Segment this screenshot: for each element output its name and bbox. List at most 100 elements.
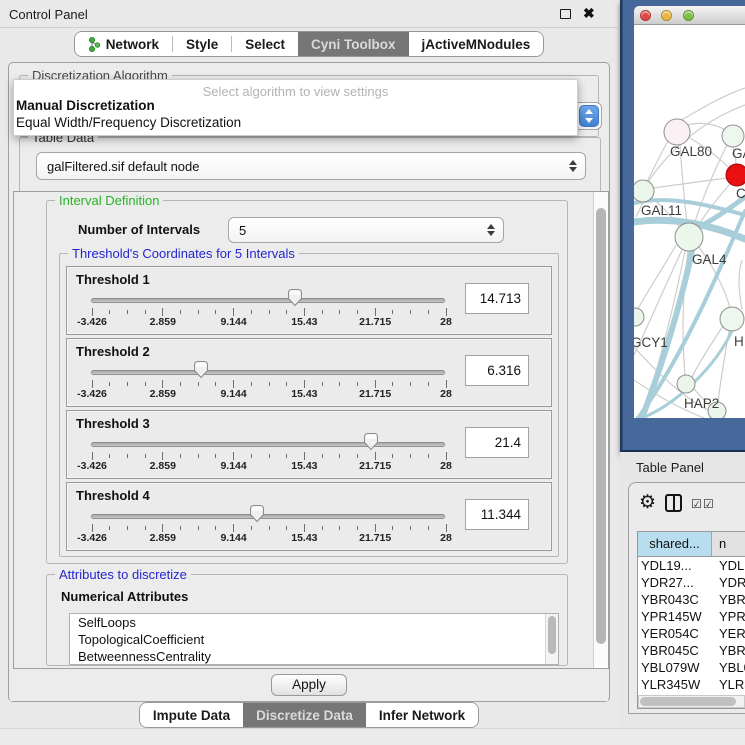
tab-select[interactable]: Select <box>232 32 298 56</box>
list-item[interactable]: TopologicalCoefficient <box>70 631 558 648</box>
slider-tick <box>357 310 358 314</box>
network-node[interactable] <box>726 164 745 186</box>
slider-tick-label: 28 <box>440 388 452 400</box>
table-data-combobox[interactable]: galFiltered.sif default node <box>36 152 586 180</box>
slider-tick <box>286 454 287 458</box>
gear-icon[interactable]: ⚙ <box>639 491 656 514</box>
slider-track[interactable] <box>91 514 445 519</box>
column-header-name[interactable]: n <box>712 532 745 556</box>
scrollbar-thumb[interactable] <box>640 697 736 706</box>
list-item[interactable]: SelfLoops <box>70 614 558 631</box>
slider-thumb[interactable] <box>363 432 379 450</box>
top-tab-bar: Network Style Select Cyni Toolbox jActiv… <box>0 31 618 57</box>
slider-tick-label: 21.715 <box>359 460 391 472</box>
tab-style[interactable]: Style <box>173 32 231 56</box>
cyni-content-panel: Discretization Algorithm Table Data galF… <box>8 62 610 702</box>
scrollbar-thumb[interactable] <box>548 616 556 654</box>
tab-cyni-toolbox[interactable]: Cyni Toolbox <box>298 32 409 56</box>
slider-tick <box>446 380 447 388</box>
network-canvas[interactable]: GAL80GACGAL11GAL4GCY1HHAP2 <box>634 25 745 418</box>
close-icon[interactable]: ✖ <box>583 5 595 22</box>
slider-tick <box>392 310 393 314</box>
threshold-label: Threshold 1 <box>76 272 150 287</box>
network-node[interactable] <box>677 375 695 393</box>
network-edge[interactable] <box>647 141 668 182</box>
table-row[interactable]: YPR145WYPR1 <box>638 608 745 625</box>
panel-scrollbar[interactable] <box>593 192 608 668</box>
minimize-traffic-light-icon[interactable] <box>661 10 672 21</box>
slider-tick <box>375 380 376 388</box>
node-table[interactable]: shared... n YDL19...YDL1YDR27...YDR2YBR0… <box>637 531 745 709</box>
slider-tick <box>233 308 234 316</box>
split-columns-icon[interactable] <box>665 494 682 512</box>
slider-tick <box>109 526 110 530</box>
network-edge[interactable] <box>680 88 745 121</box>
zoom-traffic-light-icon[interactable] <box>683 10 694 21</box>
network-window-titlebar[interactable] <box>634 6 745 25</box>
combo-stepper-icon[interactable] <box>579 105 599 127</box>
numerical-attributes-list[interactable]: SelfLoopsTopologicalCoefficientBetweenne… <box>69 613 559 665</box>
table-row[interactable]: YBR043CYBR0 <box>638 591 745 608</box>
slider-tick-label: 21.715 <box>359 388 391 400</box>
slider-tick <box>92 308 93 316</box>
algorithm-dropdown-popup: Select algorithm to view settings Manual… <box>13 79 578 136</box>
table-row[interactable]: YER054CYER0 <box>638 625 745 642</box>
threshold-panel: Threshold 1-3.4262.8599.14415.4321.71528… <box>66 266 552 335</box>
table-row[interactable]: YLR345WYLR3 <box>638 676 745 693</box>
tab-infer-network[interactable]: Infer Network <box>366 703 478 727</box>
slider-tick <box>251 310 252 314</box>
network-edge[interactable] <box>739 260 742 309</box>
slider-tick <box>233 524 234 532</box>
network-node[interactable] <box>634 180 654 202</box>
number-of-intervals-combobox[interactable]: 5 <box>228 217 504 243</box>
network-node[interactable] <box>664 119 690 145</box>
threshold-value-field[interactable]: 11.344 <box>465 499 529 530</box>
apply-button[interactable]: Apply <box>271 674 347 696</box>
threshold-panel: Threshold 4-3.4262.8599.14415.4321.71528… <box>66 482 552 551</box>
slider-tick <box>180 382 181 386</box>
slider-tick-label: 28 <box>440 532 452 544</box>
slider-thumb[interactable] <box>193 360 209 378</box>
table-horizontal-scrollbar[interactable] <box>638 695 745 708</box>
network-node[interactable] <box>675 223 703 251</box>
threshold-value-field[interactable]: 21.4 <box>465 427 529 458</box>
table-row[interactable]: YDL19...YDL1 <box>638 557 745 574</box>
column-header-shared-name[interactable]: shared... <box>638 532 712 556</box>
dropdown-option-manual-discretization[interactable]: Manual Discretization <box>14 97 577 114</box>
slider-track[interactable] <box>91 370 445 375</box>
slider-tick <box>198 454 199 458</box>
table-row[interactable]: YBL079WYBL0 <box>638 659 745 676</box>
tab-impute-data[interactable]: Impute Data <box>140 703 243 727</box>
network-edge[interactable] <box>638 245 676 309</box>
network-edge[interactable] <box>653 178 727 188</box>
close-traffic-light-icon[interactable] <box>640 10 651 21</box>
tab-discretize-data[interactable]: Discretize Data <box>243 703 366 727</box>
checkbox-icon[interactable]: ☑ <box>703 497 714 511</box>
scrollbar-thumb[interactable] <box>596 208 606 644</box>
network-node[interactable] <box>720 307 744 331</box>
tab-label: Style <box>186 37 218 52</box>
slider-thumb[interactable] <box>249 504 265 522</box>
threshold-value-field[interactable]: 6.316 <box>465 355 529 386</box>
network-node[interactable] <box>634 308 644 326</box>
threshold-value-field[interactable]: 14.713 <box>465 283 529 314</box>
float-window-icon[interactable] <box>560 9 571 19</box>
list-scrollbar[interactable] <box>545 614 558 664</box>
slider-tick-label: -3.426 <box>77 388 107 400</box>
tab-jactivemnodules[interactable]: jActiveMNodules <box>409 32 544 56</box>
network-node-label: HAP2 <box>684 396 719 411</box>
slider-tick <box>269 454 270 458</box>
table-row[interactable]: YBR045CYBR0 <box>638 642 745 659</box>
dropdown-option-equal-width-frequency[interactable]: Equal Width/Frequency Discretization <box>14 114 577 131</box>
network-node[interactable] <box>722 125 744 147</box>
slider-thumb[interactable] <box>287 288 303 306</box>
checkbox-icon[interactable]: ☑ <box>691 497 702 511</box>
network-view-window[interactable]: GAL80GACGAL11GAL4GCY1HHAP2 <box>620 0 745 452</box>
slider-tick <box>180 310 181 314</box>
slider-track[interactable] <box>91 442 445 447</box>
table-row[interactable]: YDR27...YDR2 <box>638 574 745 591</box>
list-item[interactable]: BetweennessCentrality <box>70 648 558 665</box>
tab-network[interactable]: Network <box>75 32 172 56</box>
slider-track[interactable] <box>91 298 445 303</box>
slider-tick <box>215 382 216 386</box>
